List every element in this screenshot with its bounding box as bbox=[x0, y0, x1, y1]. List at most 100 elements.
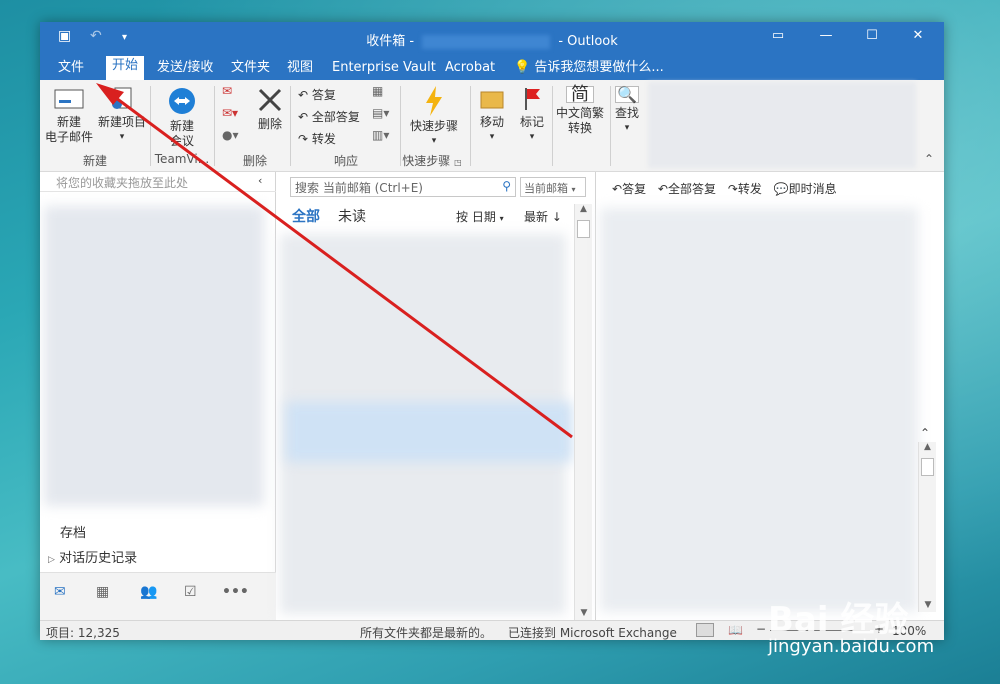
favorites-hint: 将您的收藏夹拖放至此处 bbox=[40, 172, 276, 192]
tab-view[interactable]: 视图 bbox=[281, 58, 319, 80]
reply-icon: ↶ bbox=[612, 182, 623, 196]
delete-button[interactable]: 删除 bbox=[250, 86, 290, 132]
folder-history[interactable]: ▷ 对话历史记录 bbox=[48, 547, 137, 566]
normal-view-icon[interactable] bbox=[696, 623, 714, 637]
collapse-header-icon[interactable]: ⌃ bbox=[920, 426, 930, 440]
group-quick-steps-label: 快速步骤 ◳ bbox=[402, 154, 462, 168]
move-folder-icon bbox=[480, 91, 504, 109]
ribbon-tabs: 文件 开始 发送/接收 文件夹 视图 Enterprise Vault Acro… bbox=[40, 54, 944, 80]
selected-message[interactable] bbox=[286, 402, 572, 462]
folder-archive[interactable]: 存档 bbox=[60, 522, 86, 541]
reading-view-icon[interactable]: 📖 bbox=[728, 623, 743, 637]
message-list-pane: 搜索 当前邮箱 (Ctrl+E) ⚲ 当前邮箱 ▾ 全部 未读 按 日期 ▾ 最… bbox=[276, 172, 596, 620]
move-button[interactable]: 移动 ▾ bbox=[474, 86, 510, 145]
new-email-button[interactable]: 新建 电子邮件 bbox=[44, 86, 94, 145]
new-items-button[interactable]: 新建项目 ▾ bbox=[94, 86, 150, 145]
minimize-button[interactable]: — bbox=[812, 28, 840, 43]
teamviewer-icon bbox=[169, 88, 195, 114]
chevron-down-icon: ▾ bbox=[499, 214, 504, 223]
tab-file[interactable]: 文件 bbox=[52, 58, 90, 80]
reply-icon: ↶ bbox=[298, 88, 309, 102]
tab-send-receive[interactable]: 发送/接收 bbox=[151, 58, 219, 80]
close-button[interactable]: ✕ bbox=[904, 28, 932, 43]
filter-all[interactable]: 全部 bbox=[292, 206, 320, 226]
divider bbox=[470, 86, 471, 166]
message-list-scrollbar[interactable]: ▲ ▼ bbox=[574, 204, 592, 620]
forward-button[interactable]: ↷ 转发 bbox=[298, 130, 336, 147]
outlook-window: ▣ ↶ ▾ 收件箱 - - Outlook ▭ — ☐ ✕ 文件 开始 发送/接… bbox=[40, 22, 944, 640]
search-input[interactable]: 搜索 当前邮箱 (Ctrl+E) ⚲ bbox=[290, 177, 516, 197]
new-meeting-button[interactable]: 新建 会议 bbox=[156, 86, 208, 149]
tell-me-box[interactable]: 💡 告诉我您想要做什么... bbox=[508, 58, 670, 80]
people-icon[interactable]: 👥 bbox=[140, 584, 157, 600]
tag-button[interactable]: 标记 ▾ bbox=[514, 86, 550, 145]
status-sync: 所有文件夹都是最新的。 bbox=[360, 626, 493, 640]
ribbon-display-options-icon[interactable]: ▭ bbox=[764, 28, 792, 43]
divider bbox=[290, 86, 291, 166]
divider bbox=[214, 86, 215, 166]
cleanup-icon[interactable]: ✉▾ bbox=[222, 106, 238, 120]
scroll-thumb[interactable] bbox=[577, 220, 590, 238]
ignore-icon[interactable]: ✉ bbox=[222, 84, 232, 98]
tab-home[interactable]: 开始 bbox=[106, 56, 145, 80]
tab-enterprise-vault[interactable]: Enterprise Vault bbox=[326, 58, 442, 80]
convert-icon: 简 bbox=[566, 86, 594, 104]
tab-acrobat[interactable]: Acrobat bbox=[439, 58, 501, 80]
quick-steps-button[interactable]: 快速步骤 ▾ bbox=[406, 86, 462, 149]
new-items-icon bbox=[112, 87, 132, 109]
tab-folder[interactable]: 文件夹 bbox=[225, 58, 276, 80]
delete-icon bbox=[258, 88, 282, 112]
sort-by-date[interactable]: 按 日期 ▾ bbox=[456, 208, 504, 225]
title-bar: ▣ ↶ ▾ 收件箱 - - Outlook ▭ — ☐ ✕ bbox=[40, 22, 944, 54]
scroll-down-icon[interactable]: ▼ bbox=[919, 600, 937, 610]
more-respond-icon[interactable]: ▥▾ bbox=[372, 128, 389, 142]
lightbulb-icon: 💡 bbox=[514, 60, 531, 75]
reply-all-button[interactable]: ↶ 全部答复 bbox=[298, 108, 360, 125]
reading-scrollbar[interactable]: ▲ ▼ bbox=[918, 442, 936, 612]
group-new-label: 新建 bbox=[82, 154, 107, 168]
blurred-message-body bbox=[600, 208, 918, 612]
reply-all-icon: ↶ bbox=[657, 182, 668, 196]
mail-icon[interactable]: ✉ bbox=[54, 584, 66, 600]
reading-forward-button[interactable]: ↷转发 bbox=[728, 182, 762, 196]
im-icon[interactable]: ▤▾ bbox=[372, 106, 389, 120]
search-scope-select[interactable]: 当前邮箱 ▾ bbox=[520, 177, 586, 197]
zoom-out-icon[interactable]: − bbox=[756, 622, 766, 636]
scroll-up-icon[interactable]: ▲ bbox=[575, 204, 592, 214]
flag-icon bbox=[525, 88, 540, 110]
forward-icon: ↷ bbox=[727, 182, 738, 196]
sort-order[interactable]: 最新 ↓ bbox=[524, 208, 562, 225]
forward-icon: ↷ bbox=[298, 132, 309, 146]
reading-actions: ↶答复 ↶全部答复 ↷转发 💬即时消息 bbox=[612, 180, 837, 197]
filter-unread[interactable]: 未读 bbox=[338, 206, 366, 226]
scroll-thumb[interactable] bbox=[921, 458, 934, 476]
reading-im-button[interactable]: 💬即时消息 bbox=[774, 182, 837, 196]
calendar-icon[interactable]: ▦ bbox=[96, 584, 109, 600]
status-connection: 已连接到 Microsoft Exchange bbox=[508, 626, 677, 640]
scroll-down-icon[interactable]: ▼ bbox=[575, 608, 593, 618]
blurred-folder-list bbox=[44, 206, 264, 506]
baidu-watermark-url: jingyan.baidu.com bbox=[768, 636, 935, 657]
lightning-icon bbox=[426, 86, 442, 116]
chat-icon: 💬 bbox=[773, 182, 789, 196]
tasks-icon[interactable]: ☑ bbox=[184, 584, 197, 600]
collapse-pane-icon[interactable]: ‹ bbox=[258, 174, 262, 187]
chinese-convert-button[interactable]: 简 中文简繁 转换 bbox=[552, 86, 608, 136]
reply-button[interactable]: ↶ 答复 bbox=[298, 86, 336, 103]
meeting-icon[interactable]: ▦ bbox=[372, 84, 383, 98]
scroll-up-icon[interactable]: ▲ bbox=[919, 442, 936, 452]
reading-reply-all-button[interactable]: ↶全部答复 bbox=[658, 182, 716, 196]
collapse-ribbon-icon[interactable]: ⌃ bbox=[924, 152, 934, 166]
reply-all-icon: ↶ bbox=[298, 110, 309, 124]
maximize-button[interactable]: ☐ bbox=[858, 28, 886, 43]
find-button[interactable]: 🔍 查找 ▾ bbox=[612, 86, 642, 136]
reading-reply-button[interactable]: ↶答复 bbox=[612, 182, 646, 196]
more-icon[interactable]: ••• bbox=[222, 584, 249, 600]
arrow-down-icon: ↓ bbox=[551, 210, 562, 224]
junk-icon[interactable]: ●▾ bbox=[222, 128, 239, 142]
divider bbox=[150, 86, 151, 166]
divider bbox=[610, 86, 611, 166]
baidu-watermark-logo: Bai 经验 bbox=[768, 600, 909, 640]
group-delete-label: 删除 bbox=[242, 154, 267, 168]
ribbon: 新建 电子邮件 新建项目 ▾ 新建 新建 会议 TeamVi... ✉ ✉▾ ●… bbox=[40, 80, 944, 172]
